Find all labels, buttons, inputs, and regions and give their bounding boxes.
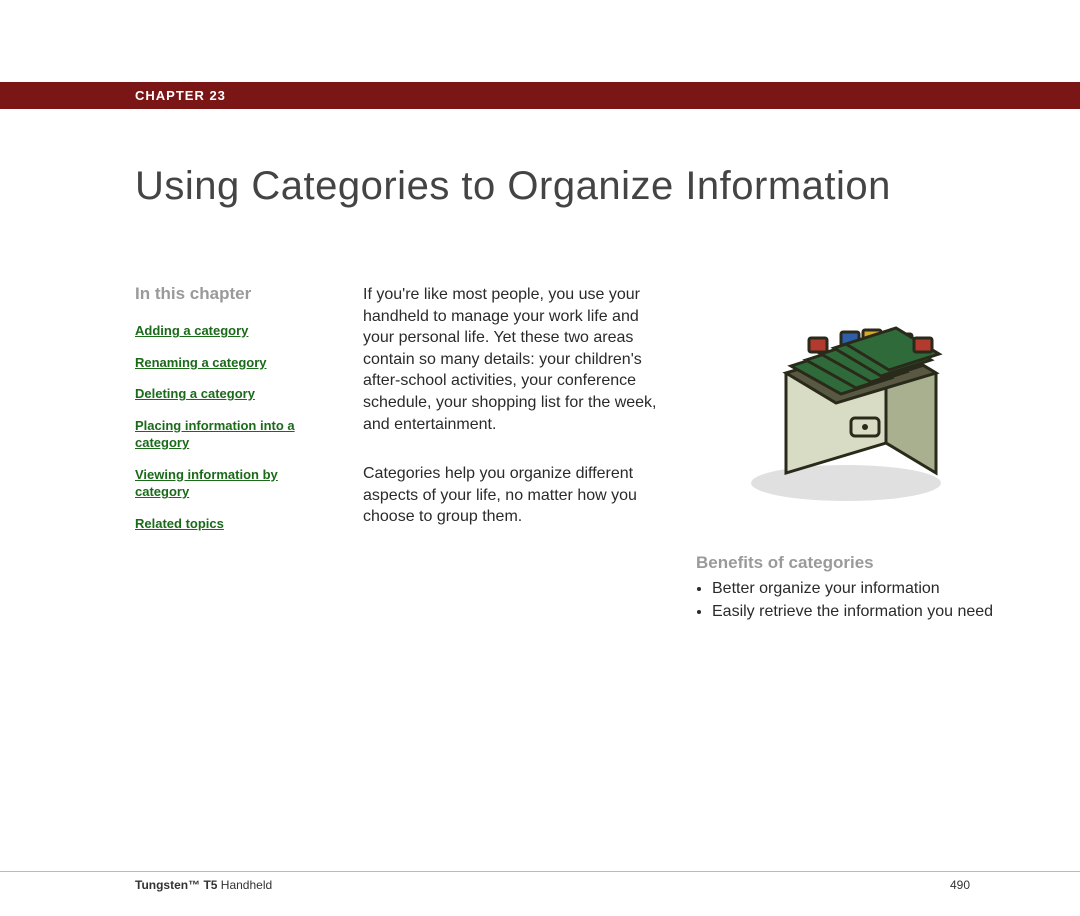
footer-page-number: 490: [950, 878, 970, 892]
body-paragraph-2: Categories help you organize different a…: [363, 463, 668, 528]
sidebar-in-this-chapter: In this chapter Adding a category Renami…: [135, 284, 335, 625]
sidebar-link-viewing[interactable]: Viewing information by category: [135, 466, 335, 501]
sidebar-link-placing[interactable]: Placing information into a category: [135, 417, 335, 452]
sidebar-link-related[interactable]: Related topics: [135, 515, 335, 533]
sidebar-link-renaming[interactable]: Renaming a category: [135, 354, 335, 372]
footer-product-name: Tungsten™ T5 Handheld: [135, 878, 272, 892]
category-drawer-illustration: [696, 284, 1006, 513]
content-area: In this chapter Adding a category Renami…: [0, 209, 1080, 625]
folder-drawer-icon: [731, 288, 961, 508]
footer-product-bold: Tungsten™ T5: [135, 878, 217, 892]
page-footer: Tungsten™ T5 Handheld 490: [0, 871, 1080, 892]
page-title: Using Categories to Organize Information: [0, 109, 1080, 209]
benefit-item: Easily retrieve the information you need: [712, 602, 1006, 621]
footer-product-rest: Handheld: [217, 878, 272, 892]
right-column: Benefits of categories Better organize y…: [696, 284, 1006, 625]
sidebar-heading: In this chapter: [135, 284, 335, 304]
body-paragraph-1: If you're like most people, you use your…: [363, 284, 668, 435]
chapter-header-bar: CHAPTER 23: [0, 82, 1080, 109]
chapter-label: CHAPTER 23: [0, 88, 1080, 103]
benefits-list: Better organize your information Easily …: [696, 579, 1006, 621]
benefits-heading: Benefits of categories: [696, 553, 1006, 573]
sidebar-link-adding[interactable]: Adding a category: [135, 322, 335, 340]
benefit-item: Better organize your information: [712, 579, 1006, 598]
sidebar-link-deleting[interactable]: Deleting a category: [135, 385, 335, 403]
body-text-column: If you're like most people, you use your…: [363, 284, 668, 625]
